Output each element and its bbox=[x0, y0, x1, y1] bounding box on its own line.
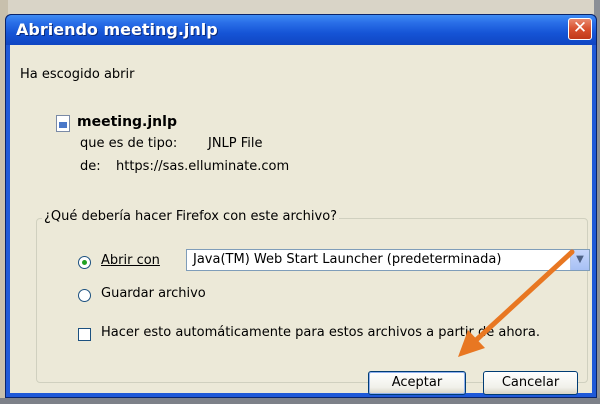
annotation-arrow bbox=[458, 249, 575, 357]
arrow-shaft bbox=[471, 249, 575, 345]
